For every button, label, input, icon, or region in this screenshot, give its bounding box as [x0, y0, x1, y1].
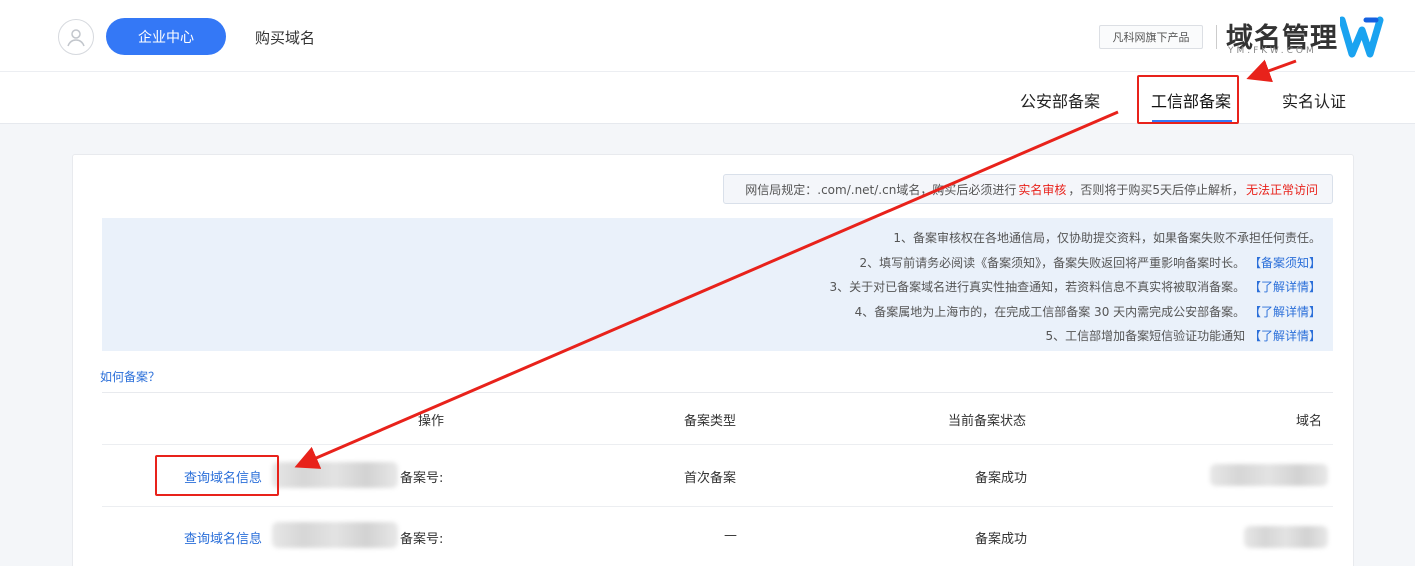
type-cell: — [724, 528, 737, 543]
tip-item: 3、关于对已备案域名进行真实性抽查通知，若资料信息不真实将被取消备案。 【了解详… [102, 275, 1321, 300]
top-header: 企业中心 购买域名 凡科网旗下产品 域名管理 YM.FKW.COM [0, 0, 1415, 72]
logo-icon[interactable] [1340, 16, 1390, 58]
query-domain-info-link[interactable]: 查询域名信息 [184, 467, 262, 486]
tip-link-details[interactable]: 【了解详情】 [1249, 329, 1321, 343]
tip-text: 4、备案属地为上海市的，在完成工信部备案 30 天内需完成公安部备案。 [854, 304, 1246, 319]
tip-link-filing-notice[interactable]: 【备案须知】 [1249, 256, 1321, 270]
column-header-domain: 域名 [1296, 414, 1323, 429]
redacted-domain [1244, 526, 1328, 548]
tip-text: 5、工信部增加备案短信验证功能通知 [1045, 329, 1246, 343]
tip-text: 1、备案审核权在各地通信局，仅协助提交资料，如果备案失败不承担任何责任。 [893, 231, 1321, 245]
redacted-domain [1210, 464, 1328, 486]
query-domain-info-link[interactable]: 查询域名信息 [184, 528, 262, 547]
tip-text: 3、关于对已备案域名进行真实性抽查通知，若资料信息不真实将被取消备案。 [829, 280, 1246, 294]
active-tab-indicator [1152, 120, 1232, 123]
regulation-notice: 网信局规定：.com/.net/.cn域名，购买后必须进行 实名审核 ，否则将于… [723, 174, 1333, 204]
notice-highlight-access: 无法正常访问 [1245, 182, 1318, 197]
redacted-record-number [272, 462, 398, 488]
tip-item: 2、填写前请务必阅读《备案须知》，备案失败返回将严重影响备案时长。 【备案须知】 [102, 251, 1321, 276]
notice-highlight-review: 实名审核 [1018, 182, 1067, 197]
row-divider [102, 444, 1333, 445]
tab-real-name-auth[interactable]: 实名认证 [1282, 88, 1346, 112]
tip-item: 4、备案属地为上海市的，在完成工信部备案 30 天内需完成公安部备案。 【了解详… [102, 300, 1321, 325]
enterprise-center-button[interactable]: 企业中心 [106, 18, 226, 55]
tab-miit-filing[interactable]: 工信部备案 [1151, 88, 1231, 112]
sub-nav: 实名认证 工信部备案 公安部备案 [0, 72, 1415, 124]
content-card [72, 154, 1354, 566]
how-to-file-link[interactable]: 如何备案？ [100, 368, 160, 385]
column-header-status: 当前备案状态 [948, 414, 1027, 429]
avatar[interactable] [58, 19, 94, 55]
tips-panel: 1、备案审核权在各地通信局，仅协助提交资料，如果备案失败不承担任何责任。 2、填… [102, 218, 1333, 351]
notice-prefix: 网信局规定：.com/.net/.cn域名，购买后必须进行 [745, 182, 1017, 197]
notice-middle: ，否则将于购买5天后停止解析， [1068, 182, 1244, 197]
brand-subtitle: YM.FKW.COM [1228, 46, 1317, 56]
tab-mps-filing[interactable]: 公安部备案 [1020, 88, 1100, 112]
column-header-action: 操作 [418, 414, 445, 429]
tip-link-details[interactable]: 【了解详情】 [1249, 305, 1321, 319]
tip-item: 1、备案审核权在各地通信局，仅协助提交资料，如果备案失败不承担任何责任。 [102, 226, 1321, 251]
tip-text: 2、填写前请务必阅读《备案须知》，备案失败返回将严重影响备案时长。 [859, 255, 1246, 270]
record-number-label: 备案号: [400, 532, 444, 547]
user-icon [67, 29, 85, 47]
status-cell: 备案成功 [975, 471, 1028, 486]
column-header-type: 备案类型 [684, 414, 737, 429]
type-cell: 首次备案 [684, 471, 737, 486]
tip-link-details[interactable]: 【了解详情】 [1249, 280, 1321, 294]
brand-separator [1216, 25, 1217, 49]
redacted-record-number [272, 522, 398, 548]
status-cell: 备案成功 [975, 532, 1028, 547]
table-divider [102, 392, 1333, 393]
tip-item: 5、工信部增加备案短信验证功能通知 【了解详情】 [102, 324, 1321, 349]
record-number-label: 备案号: [400, 471, 444, 486]
row-divider [102, 506, 1333, 507]
buy-domain-link[interactable]: 购买域名 [255, 27, 315, 48]
brand-tag: 凡科网旗下产品 [1099, 25, 1203, 49]
